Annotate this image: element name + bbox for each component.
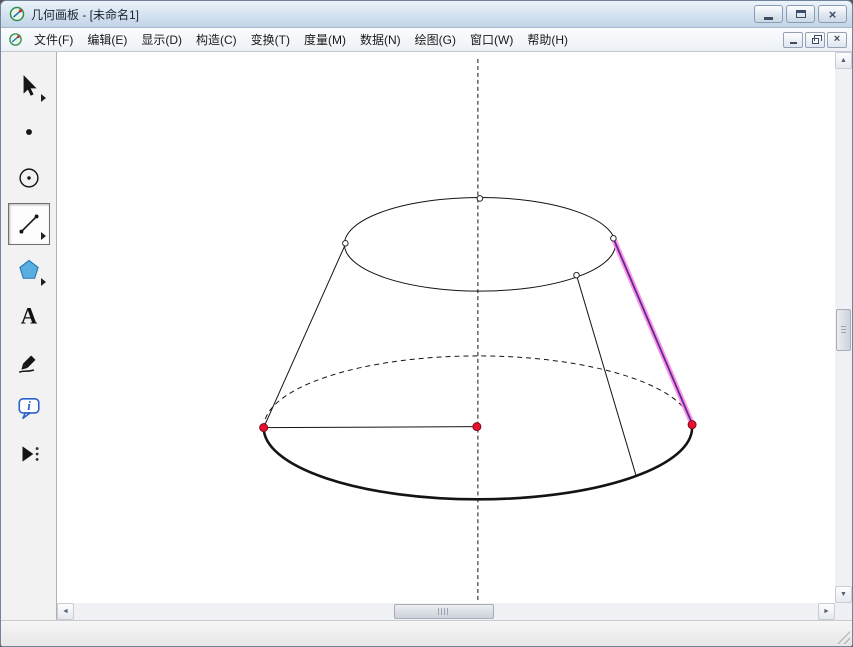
sketchpad-app-icon xyxy=(9,6,25,22)
sketch-svg xyxy=(57,52,835,603)
vertical-scroll-track[interactable] xyxy=(835,69,852,586)
compass-tool-button[interactable] xyxy=(8,157,50,199)
menu-edit[interactable]: 编辑(E) xyxy=(80,28,134,51)
information-tool-button[interactable]: i xyxy=(8,387,50,429)
document-system-icon[interactable] xyxy=(8,32,23,47)
text-tool-icon: A xyxy=(16,303,42,329)
flyout-arrow-icon xyxy=(41,278,46,286)
menu-display[interactable]: 显示(D) xyxy=(134,28,189,51)
mdi-close-button[interactable]: × xyxy=(827,32,847,48)
construction-point[interactable] xyxy=(574,272,580,278)
red-point[interactable] xyxy=(688,421,696,429)
menu-measure[interactable]: 度量(M) xyxy=(297,28,353,51)
menu-file[interactable]: 文件(F) xyxy=(27,28,80,51)
scroll-down-button[interactable]: ▼ xyxy=(835,586,852,603)
menu-graph[interactable]: 绘图(G) xyxy=(408,28,463,51)
compass-tool-icon xyxy=(16,165,42,191)
segment[interactable] xyxy=(264,244,346,427)
mdi-close-icon: × xyxy=(834,34,840,45)
menu-help[interactable]: 帮助(H) xyxy=(520,28,575,51)
flyout-arrow-icon xyxy=(41,94,46,102)
mdi-minimize-button[interactable] xyxy=(783,32,803,48)
scroll-up-button[interactable]: ▲ xyxy=(835,52,852,69)
scroll-left-button[interactable]: ◄ xyxy=(57,603,74,620)
minimize-icon xyxy=(764,17,773,20)
construction-point[interactable] xyxy=(477,196,483,202)
text-tool-button[interactable]: A xyxy=(8,295,50,337)
menu-construct[interactable]: 构造(C) xyxy=(189,28,244,51)
point-tool-button[interactable] xyxy=(8,111,50,153)
menu-bar: 文件(F)编辑(E)显示(D)构造(C)变换(T)度量(M)数据(N)绘图(G)… xyxy=(1,28,852,52)
polygon-tool-button[interactable] xyxy=(8,249,50,291)
svg-text:A: A xyxy=(20,304,37,329)
status-bar xyxy=(1,620,852,646)
information-tool-icon: i xyxy=(16,395,42,421)
vertical-scrollbar[interactable]: ▲ ▼ xyxy=(835,52,852,603)
minimize-button[interactable] xyxy=(754,5,783,23)
resize-grip[interactable] xyxy=(837,631,850,644)
menu-data[interactable]: 数据(N) xyxy=(353,28,408,51)
close-icon: × xyxy=(829,8,837,21)
menu-transform[interactable]: 变换(T) xyxy=(244,28,297,51)
arrow-tool-button[interactable] xyxy=(8,65,50,107)
segment-tool-icon xyxy=(16,211,42,237)
window-title: 几何画板 - [未命名1] xyxy=(31,6,751,23)
red-point[interactable] xyxy=(473,423,481,431)
window-controls: × xyxy=(751,5,847,23)
polygon-tool-icon xyxy=(16,257,42,283)
horizontal-scroll-thumb[interactable] xyxy=(394,604,494,619)
maximize-icon xyxy=(796,10,806,18)
svg-text:i: i xyxy=(27,398,31,413)
scroll-right-icon: ► xyxy=(823,608,830,615)
marker-tool-button[interactable] xyxy=(8,341,50,383)
construction-point[interactable] xyxy=(611,236,617,242)
scroll-left-icon: ◄ xyxy=(62,608,69,615)
marker-tool-icon xyxy=(16,349,42,375)
flyout-arrow-icon xyxy=(41,232,46,240)
segment[interactable] xyxy=(264,427,477,428)
vertical-scroll-thumb[interactable] xyxy=(836,309,851,351)
maximize-button[interactable] xyxy=(786,5,815,23)
main-area: Ai ▲ ▼ ◄ ► xyxy=(1,52,852,620)
mdi-restore-button[interactable] xyxy=(805,32,825,48)
mdi-restore-icon xyxy=(812,38,819,44)
selection-arrow-icon xyxy=(16,73,42,99)
point-tool-icon xyxy=(16,119,42,145)
straightedge-tool-button[interactable] xyxy=(8,203,50,245)
menu-window[interactable]: 窗口(W) xyxy=(463,28,520,51)
red-point[interactable] xyxy=(260,424,268,432)
scroll-down-icon: ▼ xyxy=(840,591,847,598)
custom-tool-button[interactable] xyxy=(8,433,50,475)
mdi-minimize-icon xyxy=(790,42,797,44)
menu-items: 文件(F)编辑(E)显示(D)构造(C)变换(T)度量(M)数据(N)绘图(G)… xyxy=(27,28,781,51)
mdi-window-controls: × xyxy=(781,32,849,48)
work-area: ▲ ▼ ◄ ► xyxy=(57,52,852,620)
horizontal-scroll-track[interactable] xyxy=(74,603,818,620)
scroll-right-button[interactable]: ► xyxy=(818,603,835,620)
selected-segment[interactable] xyxy=(613,238,692,423)
tool-palette: Ai xyxy=(1,52,57,620)
horizontal-scrollbar[interactable]: ◄ ► xyxy=(57,603,835,620)
app-window: 几何画板 - [未命名1] × 文件(F)编辑(E)显示(D)构造(C)变换(T… xyxy=(0,0,853,647)
construction-point[interactable] xyxy=(343,241,349,247)
title-bar: 几何画板 - [未命名1] × xyxy=(1,1,852,28)
close-button[interactable]: × xyxy=(818,5,847,23)
custom-tool-icon xyxy=(16,441,42,467)
scroll-up-icon: ▲ xyxy=(840,57,847,64)
drawing-canvas[interactable] xyxy=(57,52,835,603)
scrollbar-corner xyxy=(835,603,852,620)
